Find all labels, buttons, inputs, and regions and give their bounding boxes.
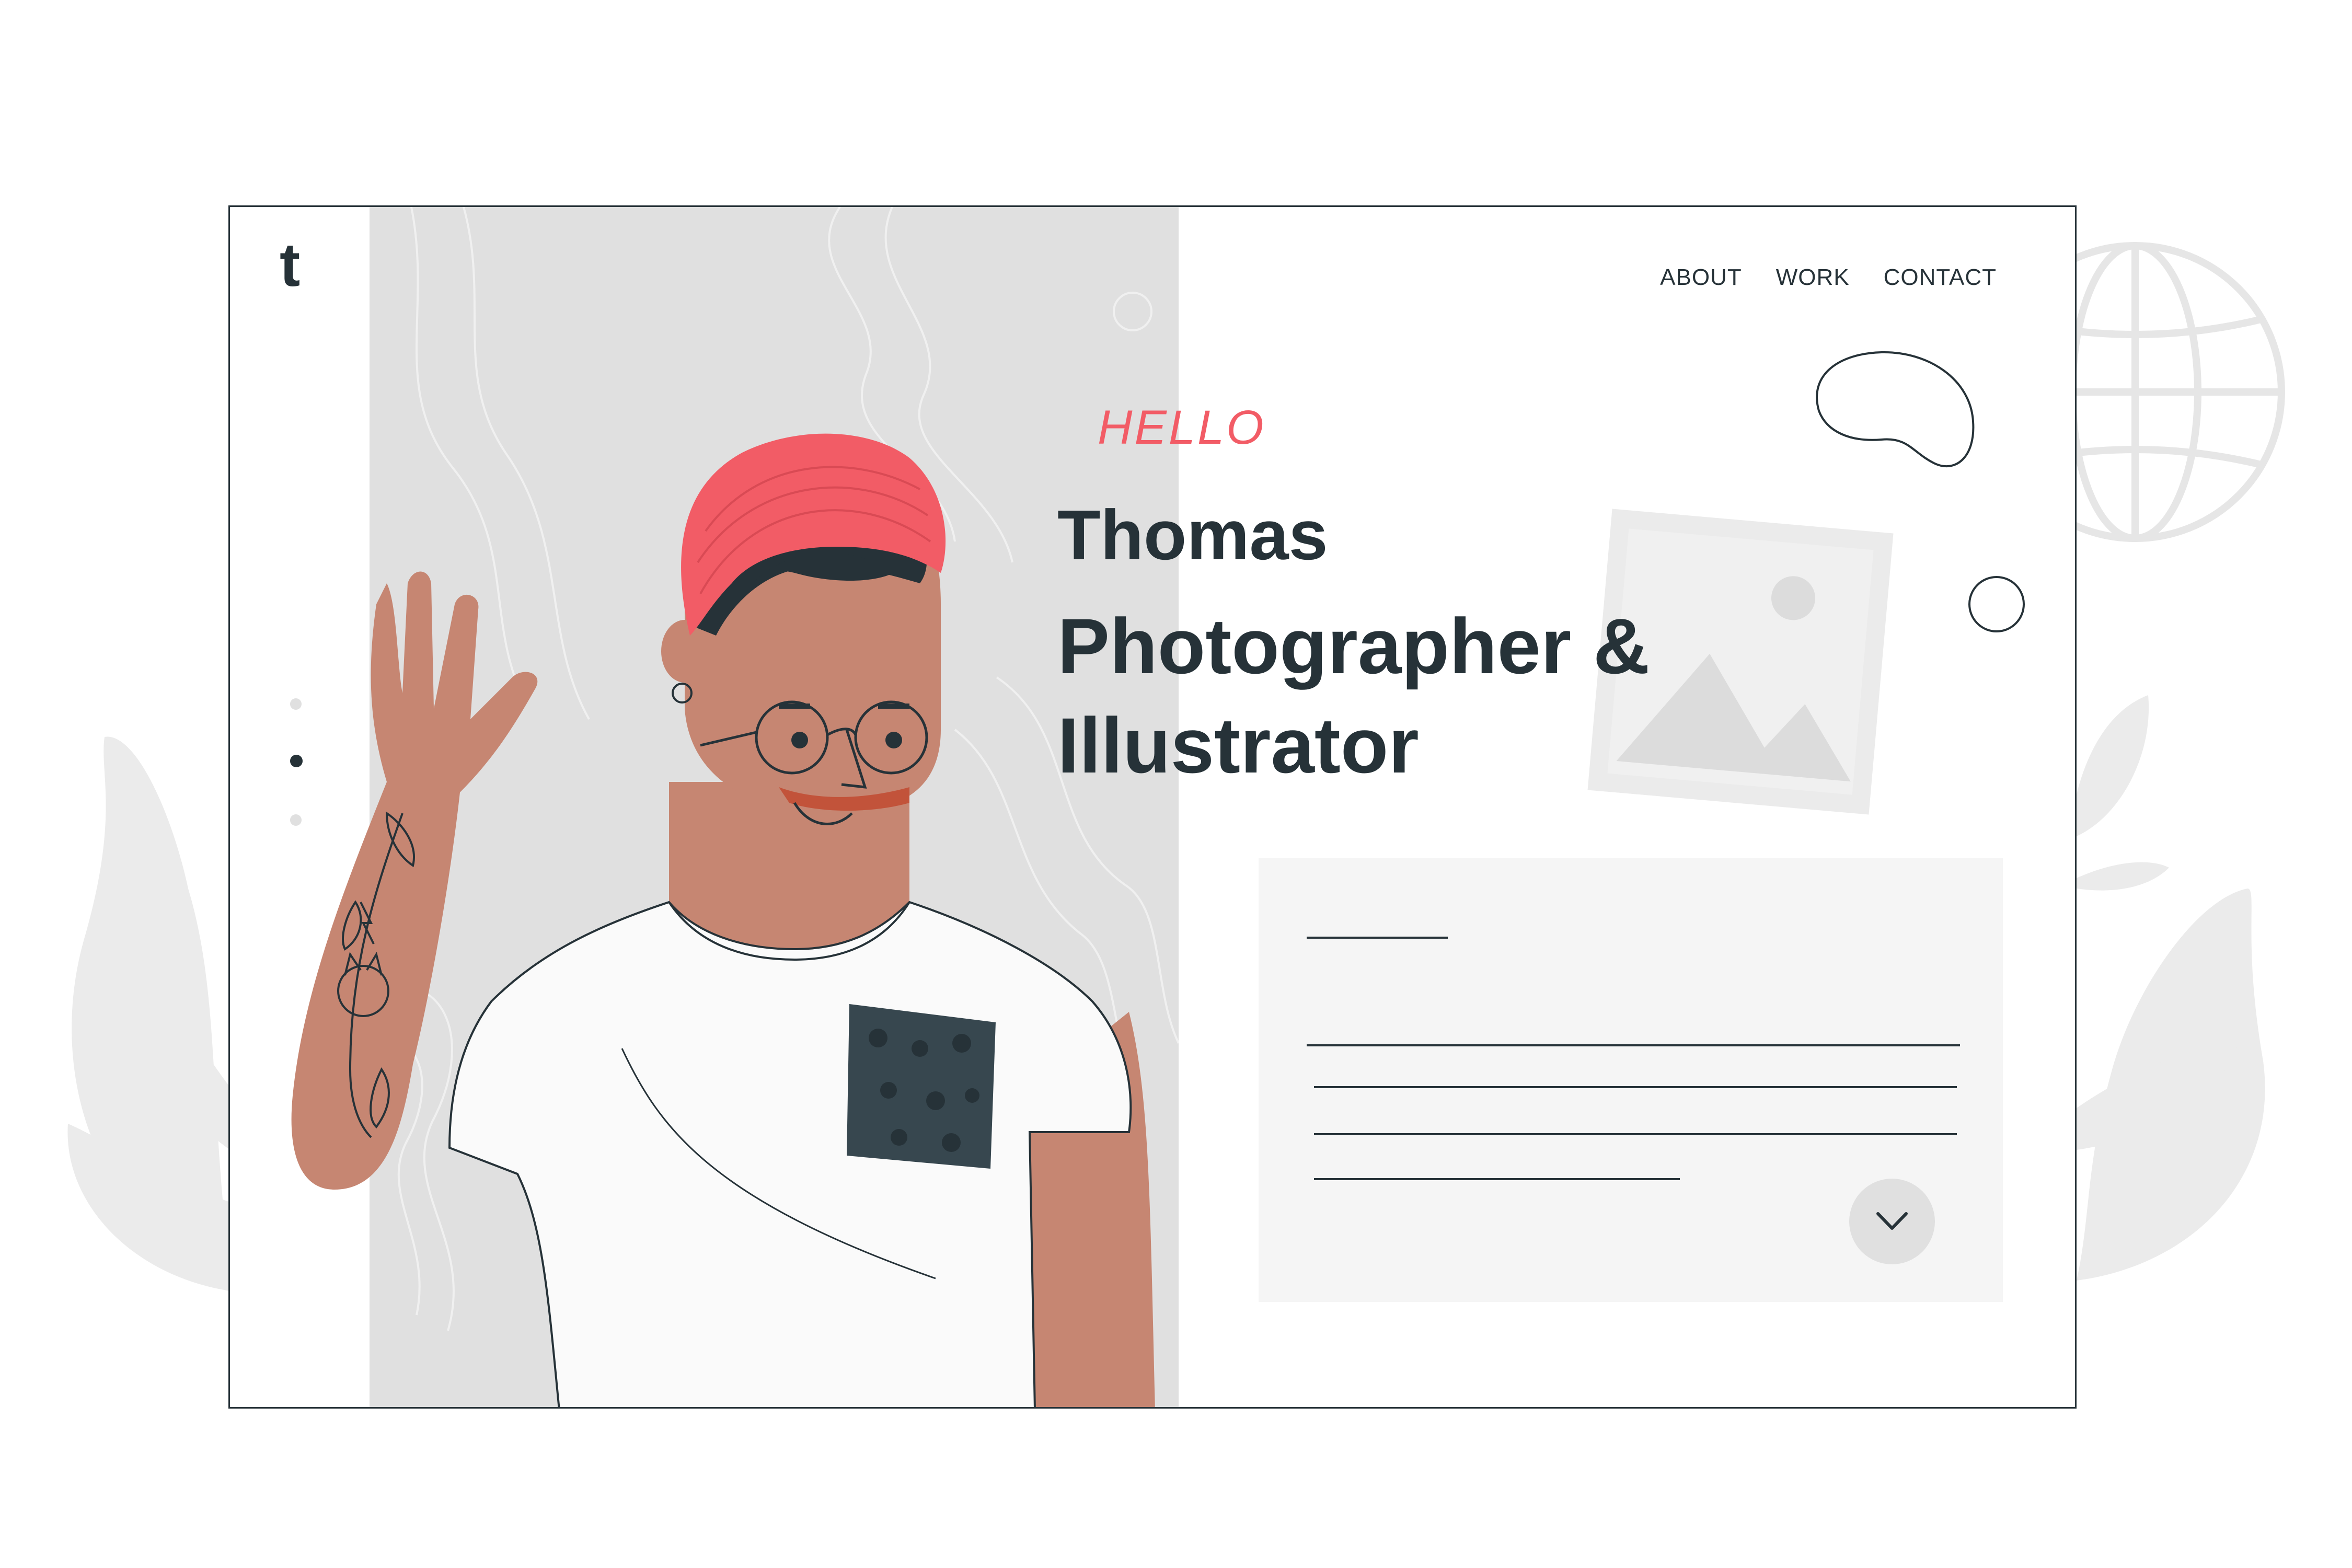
card-text-line xyxy=(1314,1086,1957,1088)
main-nav: ABOUT WORK CONTACT xyxy=(1660,264,1997,291)
leaf-left-icon xyxy=(67,736,230,1291)
person-name: Thomas xyxy=(1057,495,1328,574)
person-shirt xyxy=(448,901,1132,1407)
website-frame: t ABOUT WORK CONTACT HELLO Thomas Photog… xyxy=(228,205,2077,1409)
card-text-line xyxy=(1314,1178,1680,1180)
leaf-right-icon xyxy=(2077,695,2265,1281)
profession-title: Photographer & Illustrator xyxy=(1057,602,1650,789)
person-illustration xyxy=(291,433,1155,1407)
card-heading-line xyxy=(1307,937,1448,939)
scroll-down-button[interactable] xyxy=(1849,1179,1935,1264)
nav-about[interactable]: ABOUT xyxy=(1660,264,1742,291)
about-card xyxy=(1259,858,2003,1302)
card-text-line xyxy=(1307,1044,1960,1046)
circle-outline-icon xyxy=(1968,576,2025,632)
shirt-pocket xyxy=(847,1004,996,1169)
greeting-text: HELLO xyxy=(1098,401,1266,454)
blob-outline-icon xyxy=(1816,351,1975,467)
chevron-down-icon xyxy=(1876,1212,1908,1230)
nav-contact[interactable]: CONTACT xyxy=(1884,264,1997,291)
nav-work[interactable]: WORK xyxy=(1776,264,1850,291)
card-text-line xyxy=(1314,1133,1957,1135)
